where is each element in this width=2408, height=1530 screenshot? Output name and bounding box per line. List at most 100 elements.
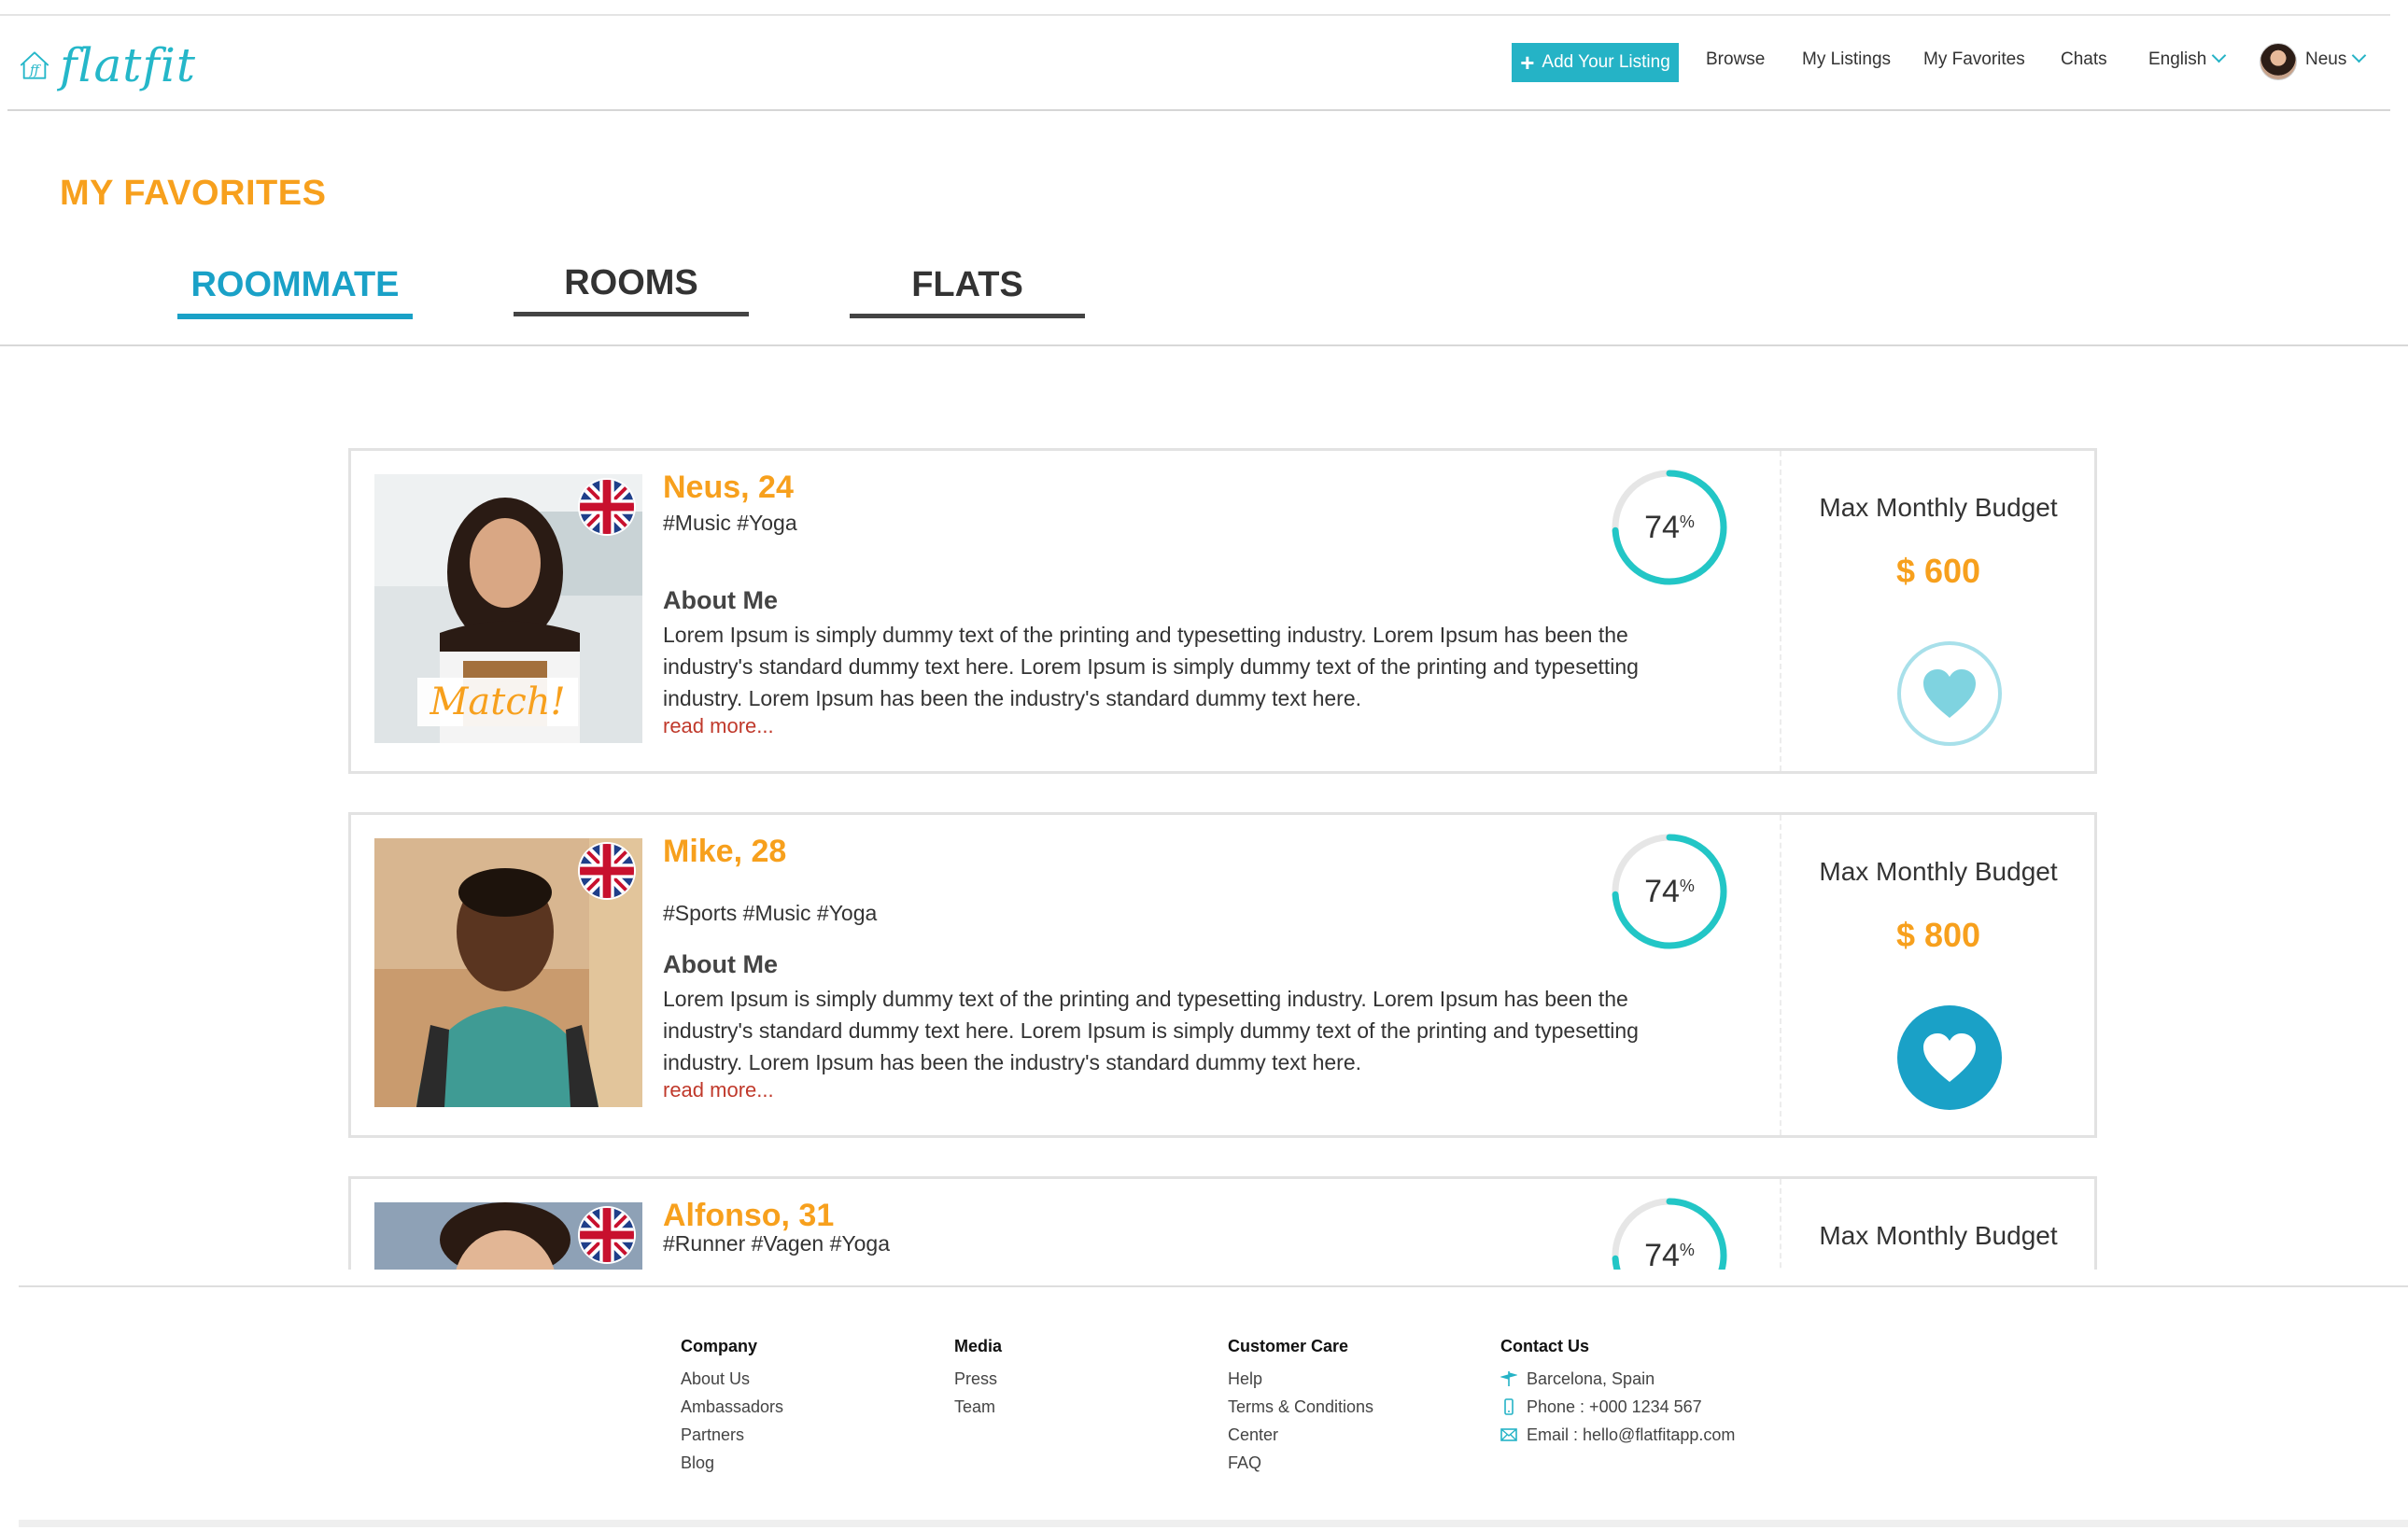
- profile-photo[interactable]: [374, 838, 642, 1107]
- footer-heading: Company: [681, 1337, 758, 1355]
- tab-label: ROOMMATE: [190, 265, 400, 304]
- heart-icon: [1923, 1033, 1976, 1082]
- contact-email-text: Email : hello@flatfitapp.com: [1527, 1425, 1736, 1444]
- nav-browse[interactable]: Browse: [1706, 49, 1765, 70]
- language-label: English: [2148, 49, 2207, 69]
- read-more-link[interactable]: read more...: [663, 1078, 774, 1102]
- footer-link-center[interactable]: Center: [1228, 1421, 1373, 1449]
- contact-location-text: Barcelona, Spain: [1527, 1369, 1655, 1388]
- percent-sign: %: [1679, 1240, 1695, 1259]
- profile-photo[interactable]: [374, 1202, 642, 1270]
- heart-icon: [1923, 669, 1976, 718]
- contact-phone[interactable]: Phone : +000 1234 567: [1500, 1393, 1735, 1421]
- nav-my-favorites[interactable]: My Favorites: [1923, 49, 2025, 70]
- contact-location: Barcelona, Spain: [1500, 1365, 1735, 1393]
- email-icon: [1500, 1426, 1517, 1443]
- budget-label: Max Monthly Budget: [1819, 493, 2058, 522]
- roommate-name[interactable]: Neus, 24: [663, 470, 794, 506]
- roommate-tags: #Music #Yoga: [663, 511, 797, 535]
- footer-contact: Contact Us Barcelona, Spain Phone : +000…: [1500, 1337, 1735, 1449]
- footer-link-press[interactable]: Press: [954, 1365, 1002, 1393]
- uk-flag-icon: [580, 1208, 634, 1262]
- svg-text:ff: ff: [29, 63, 42, 77]
- roommate-card[interactable]: Mike, 28 #Sports #Music #Yoga About Me L…: [348, 812, 2097, 1138]
- user-avatar[interactable]: [2260, 43, 2297, 80]
- roommate-card[interactable]: Alfonso, 31 #Runner #Vagen #Yoga 74% Max…: [348, 1176, 2097, 1270]
- favorite-button[interactable]: [1897, 641, 2002, 746]
- contact-email[interactable]: Email : hello@flatfitapp.com: [1500, 1421, 1735, 1449]
- phone-icon: [1500, 1398, 1517, 1415]
- footer-company: Company About Us Ambassadors Partners Bl…: [681, 1337, 783, 1477]
- footer-link-about-us[interactable]: About Us: [681, 1365, 783, 1393]
- uk-flag-icon: [580, 844, 634, 898]
- house-logo-icon: ff: [20, 51, 49, 79]
- footer-link-team[interactable]: Team: [954, 1393, 1002, 1421]
- match-badge: Match!: [417, 678, 578, 726]
- favorite-button[interactable]: [1897, 1005, 2002, 1110]
- match-percent: 74%: [1610, 1196, 1729, 1270]
- favorites-list[interactable]: Match! Neus, 24 #Music #Yoga About Me Lo…: [0, 448, 2408, 1270]
- tab-underline: [850, 314, 1085, 318]
- tab-label: FLATS: [911, 265, 1023, 304]
- chevron-down-icon: [2212, 48, 2227, 63]
- roommate-name[interactable]: Alfonso, 31: [663, 1198, 834, 1234]
- tabs-divider: [0, 344, 2408, 346]
- footer-heading: Customer Care: [1228, 1337, 1349, 1355]
- contact-phone-text: Phone : +000 1234 567: [1527, 1397, 1702, 1416]
- uk-flag-icon: [580, 480, 634, 534]
- logo-text: flatfit: [60, 38, 196, 92]
- footer-divider: [19, 1285, 2408, 1287]
- chevron-down-icon: [2352, 48, 2367, 63]
- match-percent: 74%: [1610, 832, 1729, 951]
- header-divider: [7, 109, 2390, 111]
- match-percent: 74%: [1610, 468, 1729, 587]
- app-header: ff flatfit + Add Your Listing Browse My …: [0, 16, 2408, 111]
- add-listing-label: Add Your Listing: [1542, 52, 1670, 72]
- roommate-tags: #Sports #Music #Yoga: [663, 901, 878, 925]
- tab-flats[interactable]: FLATS: [850, 265, 1085, 318]
- location-icon: [1500, 1370, 1517, 1387]
- budget-value: $ 800: [1895, 916, 1981, 954]
- about-title: About Me: [663, 586, 778, 614]
- user-menu[interactable]: Neus: [2305, 48, 2367, 70]
- footer-heading: Media: [954, 1337, 1003, 1355]
- about-title: About Me: [663, 950, 778, 978]
- roommate-card[interactable]: Match! Neus, 24 #Music #Yoga About Me Lo…: [348, 448, 2097, 774]
- tab-underline: [177, 314, 413, 319]
- tab-underline: [514, 312, 749, 316]
- roommate-tags: #Runner #Vagen #Yoga: [663, 1231, 890, 1256]
- nav-my-listings[interactable]: My Listings: [1802, 49, 1891, 70]
- match-percent-value: 74: [1644, 873, 1680, 909]
- tab-label: ROOMS: [564, 263, 698, 302]
- percent-sign: %: [1679, 512, 1695, 531]
- bottom-border: [19, 1520, 2408, 1527]
- footer-heading: Contact Us: [1500, 1337, 1590, 1355]
- tab-rooms[interactable]: ROOMS: [514, 263, 749, 316]
- footer-link-terms[interactable]: Terms & Conditions: [1228, 1393, 1373, 1421]
- plus-icon: +: [1520, 49, 1535, 77]
- read-more-link[interactable]: read more...: [663, 714, 774, 738]
- footer-media: Media Press Team: [954, 1337, 1002, 1421]
- add-listing-button[interactable]: + Add Your Listing: [1512, 43, 1679, 82]
- logo[interactable]: ff flatfit: [19, 33, 196, 98]
- footer-link-blog[interactable]: Blog: [681, 1449, 783, 1477]
- language-selector[interactable]: English: [2148, 48, 2227, 70]
- tab-roommate[interactable]: ROOMMATE: [177, 265, 413, 319]
- footer-link-partners[interactable]: Partners: [681, 1421, 783, 1449]
- budget-label: Max Monthly Budget: [1819, 857, 2058, 886]
- nav-chats[interactable]: Chats: [2061, 49, 2107, 70]
- user-name: Neus: [2305, 49, 2347, 69]
- profile-photo[interactable]: Match!: [374, 474, 642, 743]
- percent-sign: %: [1679, 876, 1695, 895]
- about-text: Lorem Ipsum is simply dummy text of the …: [663, 987, 1639, 1074]
- match-percent-value: 74: [1644, 1237, 1680, 1270]
- footer-link-faq[interactable]: FAQ: [1228, 1449, 1373, 1477]
- footer-link-ambassadors[interactable]: Ambassadors: [681, 1393, 783, 1421]
- about-text: Lorem Ipsum is simply dummy text of the …: [663, 623, 1639, 710]
- roommate-name[interactable]: Mike, 28: [663, 834, 786, 870]
- budget-label: Max Monthly Budget: [1819, 1221, 2058, 1250]
- budget-value: $ 600: [1895, 552, 1981, 590]
- footer-link-help[interactable]: Help: [1228, 1365, 1373, 1393]
- footer-customer-care: Customer Care Help Terms & Conditions Ce…: [1228, 1337, 1373, 1477]
- page-title: MY FAVORITES: [60, 174, 327, 213]
